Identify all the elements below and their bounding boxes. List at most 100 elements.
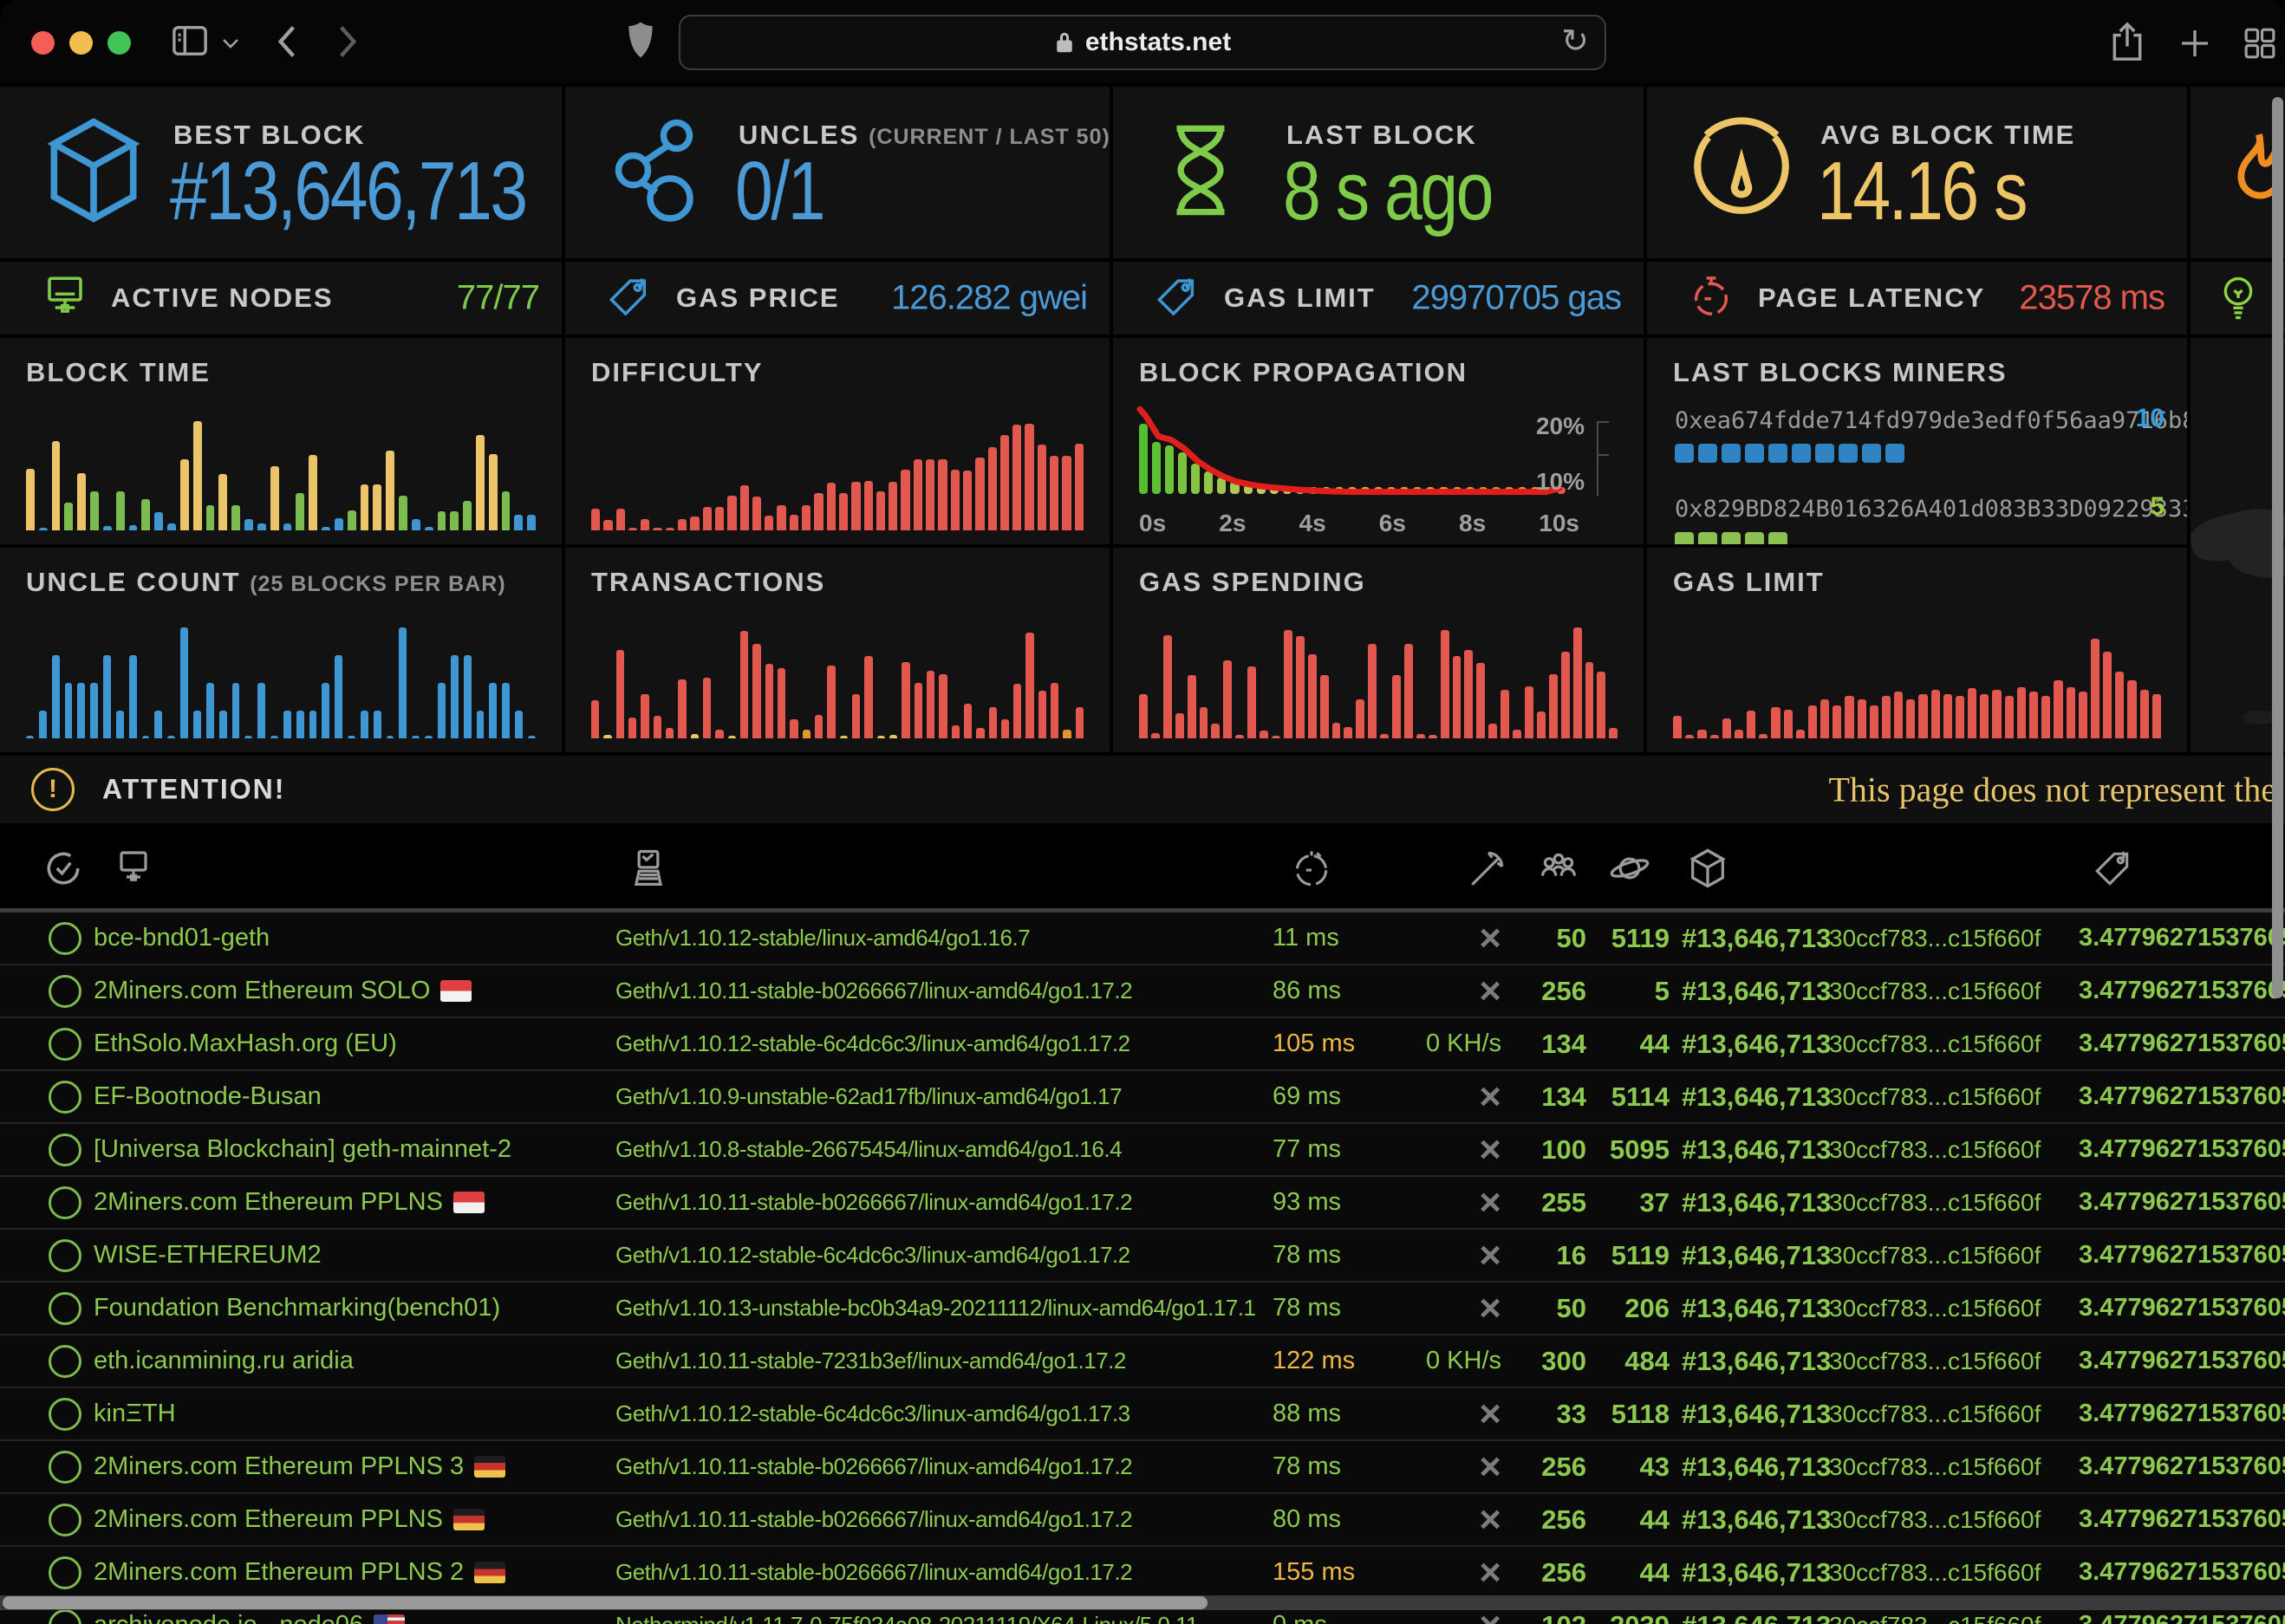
chart-bar — [1051, 683, 1058, 738]
sidebar-toggle-icon[interactable] — [170, 23, 210, 59]
table-row[interactable]: EF-Bootnode-Busan Geth/v1.10.9-unstable-… — [0, 1071, 2285, 1124]
chart-bar — [77, 683, 85, 738]
node-status-ring — [49, 1345, 81, 1378]
node-name: eth.icanmining.ru aridia — [94, 1347, 615, 1375]
mined-block-square — [1815, 444, 1834, 463]
gas-limit-bars — [1673, 627, 2161, 738]
chart-bar — [1308, 654, 1317, 738]
chart-bar — [988, 447, 997, 530]
chart-bar — [1038, 445, 1046, 530]
chart-bar — [1549, 674, 1558, 738]
chart-bar — [1513, 730, 1521, 738]
chart-bar — [270, 466, 279, 530]
total-difficulty-tag-icon — [2091, 844, 2134, 897]
window-minimize-button[interactable] — [69, 31, 93, 55]
node-total-difficulty: 3.477962715376051e+2 — [2054, 1558, 2285, 1587]
node-pending: 5 — [1655, 976, 1682, 1007]
node-block: #13,646,713 — [1682, 1346, 1829, 1377]
node-peers: 100 — [1541, 1134, 1598, 1166]
chart-bar — [399, 627, 407, 738]
table-row[interactable]: WISE-ETHEREUM2 Geth/v1.10.12-stable-6c4d… — [0, 1230, 2285, 1283]
node-latency: 86 ms — [1273, 977, 1404, 1005]
chart-bar — [77, 473, 86, 530]
uncles-icon — [605, 114, 709, 232]
table-row[interactable]: EthSolo.MaxHash.org (EU) Geth/v1.10.12-s… — [0, 1018, 2285, 1071]
node-latency: 77 ms — [1273, 1135, 1404, 1164]
table-row[interactable]: Foundation Benchmarking(bench01) Geth/v1… — [0, 1283, 2285, 1335]
chart-bar — [1025, 424, 1033, 531]
chart-bar — [815, 715, 823, 738]
privacy-shield-icon[interactable] — [626, 19, 655, 61]
chart-bar — [335, 518, 343, 530]
ethstats-dashboard: ethstats.net ↻ BEST BLOCK #13,646,713 UN… — [0, 0, 2285, 1624]
mined-block-square — [1722, 444, 1741, 463]
node-block-hash: 30ccf783...c15f660f — [1829, 1083, 2054, 1111]
node-latency: 78 ms — [1273, 1241, 1404, 1270]
chart-bar — [1416, 734, 1425, 738]
vertical-scrollbar[interactable] — [2272, 97, 2283, 998]
chevron-down-icon[interactable] — [220, 36, 241, 50]
node-status-ring — [49, 1186, 81, 1219]
chart-bar — [1320, 675, 1329, 738]
table-row[interactable]: eth.icanmining.ru aridia Geth/v1.10.11-s… — [0, 1335, 2285, 1388]
tab-overview-icon[interactable] — [2242, 26, 2278, 61]
chart-bar — [361, 711, 368, 738]
back-button-icon[interactable] — [274, 23, 300, 61]
new-tab-icon[interactable] — [2178, 26, 2212, 61]
chart-bar — [2140, 690, 2149, 738]
chart-bar — [901, 470, 909, 530]
chart-bar — [1697, 730, 1706, 738]
forward-button-icon[interactable] — [335, 23, 361, 61]
node-type: Geth/v1.10.11-stable-b0266667/linux-amd6… — [615, 1189, 1273, 1216]
chart-bar — [1501, 690, 1509, 738]
node-type: Geth/v1.10.12-stable-6c4dc6c3/linux-amd6… — [615, 1400, 1273, 1427]
window-zoom-button[interactable] — [107, 31, 131, 55]
node-status-ring — [49, 1134, 81, 1166]
mined-block-square — [1745, 444, 1764, 463]
block-time-chart-title: BLOCK TIME — [26, 357, 211, 388]
node-type: Nethermind/v1.11.7-0-75f034a08-20211119/… — [615, 1612, 1273, 1624]
gas-limit-chart-title: GAS LIMIT — [1673, 567, 1825, 598]
chart-bar — [914, 459, 922, 530]
table-row[interactable]: 2Miners.com Ethereum PPLNS 3 Geth/v1.10.… — [0, 1441, 2285, 1494]
mined-block-square — [1839, 444, 1858, 463]
table-row[interactable]: [Universa Blockchain] geth-mainnet-2 Get… — [0, 1124, 2285, 1177]
url-text: ethstats.net — [1085, 28, 1231, 57]
x-tick: 0s — [1139, 510, 1166, 537]
chart-bar — [450, 511, 459, 530]
node-peers: 102 — [1541, 1610, 1598, 1624]
node-mining: × — [1479, 1507, 1515, 1533]
horizontal-scrollbar[interactable] — [3, 1596, 1208, 1609]
miner-address: 0x829BD824B016326A401d083B33D092293333A8… — [1675, 496, 2187, 523]
node-name: WISE-ETHEREUM2 — [94, 1241, 615, 1270]
table-row[interactable]: 2Miners.com Ethereum PPLNS Geth/v1.10.11… — [0, 1177, 2285, 1230]
chart-bar — [1000, 435, 1009, 531]
chart-bar — [1956, 696, 1964, 738]
address-bar[interactable]: ethstats.net ↻ — [679, 15, 1606, 70]
chart-bar — [39, 711, 47, 738]
window-close-button[interactable] — [31, 31, 55, 55]
chart-bar — [1796, 730, 1805, 738]
chart-bar — [951, 470, 960, 530]
chart-bar — [877, 736, 885, 738]
node-block-hash: 30ccf783...c15f660f — [1829, 1400, 2054, 1428]
table-row[interactable]: 2Miners.com Ethereum PPLNS Geth/v1.10.11… — [0, 1494, 2285, 1547]
chart-bar — [1537, 711, 1546, 738]
chart-bar — [1673, 716, 1682, 738]
table-row[interactable]: bce-bnd01-geth Geth/v1.10.12-stable/linu… — [0, 913, 2285, 965]
node-mining: × — [1479, 1613, 1515, 1624]
attention-label: ATTENTION! — [102, 774, 285, 806]
chart-bar — [1609, 728, 1618, 738]
chart-bar — [852, 694, 860, 738]
chart-bar — [361, 484, 369, 530]
chart-bar — [2079, 692, 2087, 738]
reload-icon[interactable]: ↻ — [1561, 22, 1589, 61]
page-latency-value: 23578 ms — [2019, 279, 2165, 318]
share-icon[interactable] — [2108, 19, 2146, 64]
table-row[interactable]: 2Miners.com Ethereum PPLNS 2 Geth/v1.10.… — [0, 1547, 2285, 1600]
table-row[interactable]: 2Miners.com Ethereum SOLO Geth/v1.10.11-… — [0, 965, 2285, 1018]
table-row[interactable]: kinΞTH Geth/v1.10.12-stable-6c4dc6c3/lin… — [0, 1388, 2285, 1441]
chart-bar — [528, 736, 536, 738]
page-latency-panel: PAGE LATENCY 23578 ms — [1647, 262, 2187, 335]
node-name: EthSolo.MaxHash.org (EU) — [94, 1030, 615, 1058]
